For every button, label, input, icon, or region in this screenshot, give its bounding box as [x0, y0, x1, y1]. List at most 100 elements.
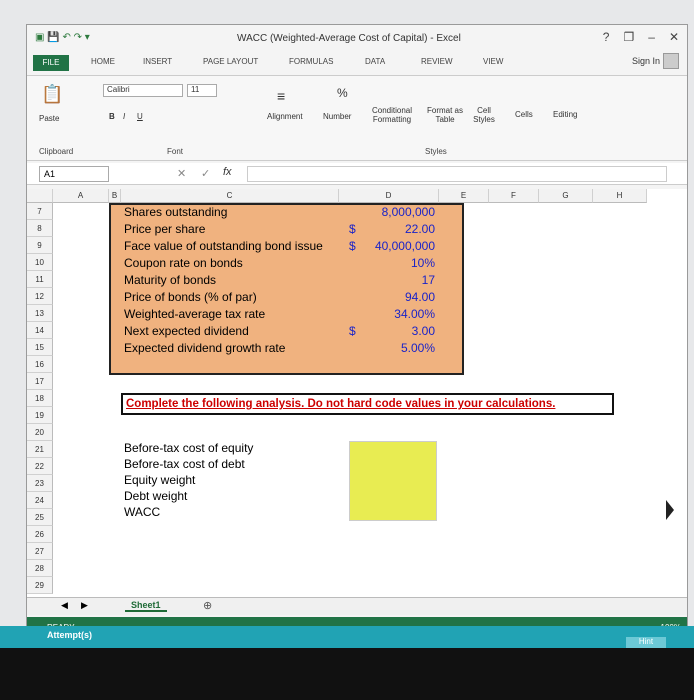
row-header[interactable]: 28	[27, 560, 53, 577]
tab-data[interactable]: DATA	[365, 57, 385, 66]
data-label[interactable]: Next expected dividend	[124, 324, 249, 338]
analysis-label[interactable]: Debt weight	[124, 489, 187, 503]
data-label[interactable]: Face value of outstanding bond issue	[124, 239, 323, 253]
data-label[interactable]: Maturity of bonds	[124, 273, 216, 287]
tab-formulas[interactable]: FORMULAS	[289, 57, 333, 66]
quick-access-toolbar[interactable]: ▣ 💾 ↶ ↷ ▾	[35, 32, 90, 43]
data-label[interactable]: Shares outstanding	[124, 205, 227, 219]
data-value[interactable]: 40,000,000	[339, 239, 435, 253]
data-value[interactable]: 5.00%	[339, 341, 435, 355]
analysis-label[interactable]: Equity weight	[124, 473, 195, 487]
row-header[interactable]: 11	[27, 271, 53, 288]
sheet-nav-next[interactable]: ▶	[81, 600, 88, 611]
fx-icon[interactable]: fx	[223, 166, 232, 178]
data-value[interactable]: 34.00%	[339, 307, 435, 321]
row-header[interactable]: 21	[27, 441, 53, 458]
data-value[interactable]: 10%	[339, 256, 435, 270]
row-header[interactable]: 13	[27, 305, 53, 322]
row-header[interactable]: 25	[27, 509, 53, 526]
sign-in-label[interactable]: Sign In	[632, 56, 660, 66]
spreadsheet-grid[interactable]: A B C D E F G H 7 8 9 10 11 12 13 14 15 16 17 18 19 2…	[27, 189, 687, 597]
row-header[interactable]: 24	[27, 492, 53, 509]
data-value[interactable]: 22.00	[339, 222, 435, 236]
close-icon[interactable]: ✕	[669, 30, 679, 44]
row-header[interactable]: 27	[27, 543, 53, 560]
font-size-select[interactable]: 11	[187, 84, 217, 97]
column-header[interactable]: G	[539, 189, 593, 203]
tab-view[interactable]: VIEW	[483, 57, 503, 66]
tab-review[interactable]: REVIEW	[421, 57, 453, 66]
paste-icon[interactable]: 📋	[41, 84, 63, 105]
column-header[interactable]: D	[339, 189, 439, 203]
data-label[interactable]: Expected dividend growth rate	[124, 341, 285, 355]
row-header[interactable]: 15	[27, 339, 53, 356]
sheet-tab[interactable]: Sheet1	[125, 600, 167, 612]
answer-cells[interactable]	[349, 441, 437, 521]
data-label[interactable]: Coupon rate on bonds	[124, 256, 243, 270]
avatar-icon[interactable]	[663, 53, 679, 69]
format-as-table-button[interactable]: Format as Table	[425, 106, 465, 124]
data-value[interactable]: 94.00	[339, 290, 435, 304]
bold-button[interactable]: B	[109, 112, 115, 121]
row-header[interactable]: 7	[27, 203, 53, 220]
row-header[interactable]: 22	[27, 458, 53, 475]
select-all-corner[interactable]	[27, 189, 53, 203]
enter-icon[interactable]: ✓	[201, 167, 210, 180]
data-label[interactable]: Weighted-average tax rate	[124, 307, 265, 321]
row-header[interactable]: 18	[27, 390, 53, 407]
tab-file[interactable]: FILE	[33, 55, 69, 71]
minimize-icon[interactable]: –	[648, 30, 655, 44]
cells-button[interactable]: Cells	[515, 110, 533, 119]
formula-input[interactable]	[247, 166, 667, 182]
tab-insert[interactable]: INSERT	[143, 57, 172, 66]
column-header[interactable]: B	[109, 189, 121, 203]
row-header[interactable]: 16	[27, 356, 53, 373]
row-header[interactable]: 20	[27, 424, 53, 441]
analysis-label[interactable]: Before-tax cost of debt	[124, 457, 245, 471]
restore-icon[interactable]: ❐	[623, 30, 634, 44]
data-label[interactable]: Price per share	[124, 222, 205, 236]
tab-page-layout[interactable]: PAGE LAYOUT	[203, 57, 258, 66]
sheet-nav-prev[interactable]: ◀	[61, 600, 68, 611]
tab-home[interactable]: HOME	[91, 57, 115, 66]
help-icon[interactable]: ?	[603, 30, 610, 44]
row-header[interactable]: 29	[27, 577, 53, 594]
alignment-button[interactable]: Alignment	[267, 112, 303, 121]
row-header[interactable]: 10	[27, 254, 53, 271]
data-value[interactable]: 3.00	[339, 324, 435, 338]
conditional-formatting-button[interactable]: Conditional Formatting	[367, 106, 417, 124]
row-header[interactable]: 23	[27, 475, 53, 492]
cell-styles-button[interactable]: Cell Styles	[469, 106, 499, 124]
column-header[interactable]: H	[593, 189, 647, 203]
underline-button[interactable]: U	[137, 112, 143, 121]
row-header[interactable]: 19	[27, 407, 53, 424]
data-value[interactable]: 8,000,000	[339, 205, 435, 219]
analysis-label[interactable]: Before-tax cost of equity	[124, 441, 253, 455]
percent-icon[interactable]: %	[337, 86, 348, 100]
align-icon[interactable]: ≡	[277, 88, 285, 104]
row-header[interactable]: 12	[27, 288, 53, 305]
column-header[interactable]: E	[439, 189, 489, 203]
row-header[interactable]: 9	[27, 237, 53, 254]
row-header[interactable]: 8	[27, 220, 53, 237]
paste-button[interactable]: Paste	[39, 114, 59, 123]
column-header[interactable]: C	[121, 189, 339, 203]
row-header[interactable]: 14	[27, 322, 53, 339]
italic-button[interactable]: I	[123, 112, 125, 121]
cancel-icon[interactable]: ✕	[177, 167, 186, 180]
hint-button[interactable]: Hint	[626, 637, 666, 648]
add-sheet-icon[interactable]: ⊕	[203, 599, 212, 612]
sign-in[interactable]: Sign In	[632, 53, 679, 69]
column-header[interactable]: F	[489, 189, 539, 203]
name-box[interactable]: A1	[39, 166, 109, 182]
editing-button[interactable]: Editing	[553, 110, 577, 119]
styles-group-label: Styles	[425, 147, 447, 156]
data-value[interactable]: 17	[339, 273, 435, 287]
data-label[interactable]: Price of bonds (% of par)	[124, 290, 257, 304]
analysis-label[interactable]: WACC	[124, 505, 160, 519]
number-button[interactable]: Number	[323, 112, 351, 121]
row-header[interactable]: 26	[27, 526, 53, 543]
font-name-select[interactable]: Calibri	[103, 84, 183, 97]
row-header[interactable]: 17	[27, 373, 53, 390]
column-header[interactable]: A	[53, 189, 109, 203]
